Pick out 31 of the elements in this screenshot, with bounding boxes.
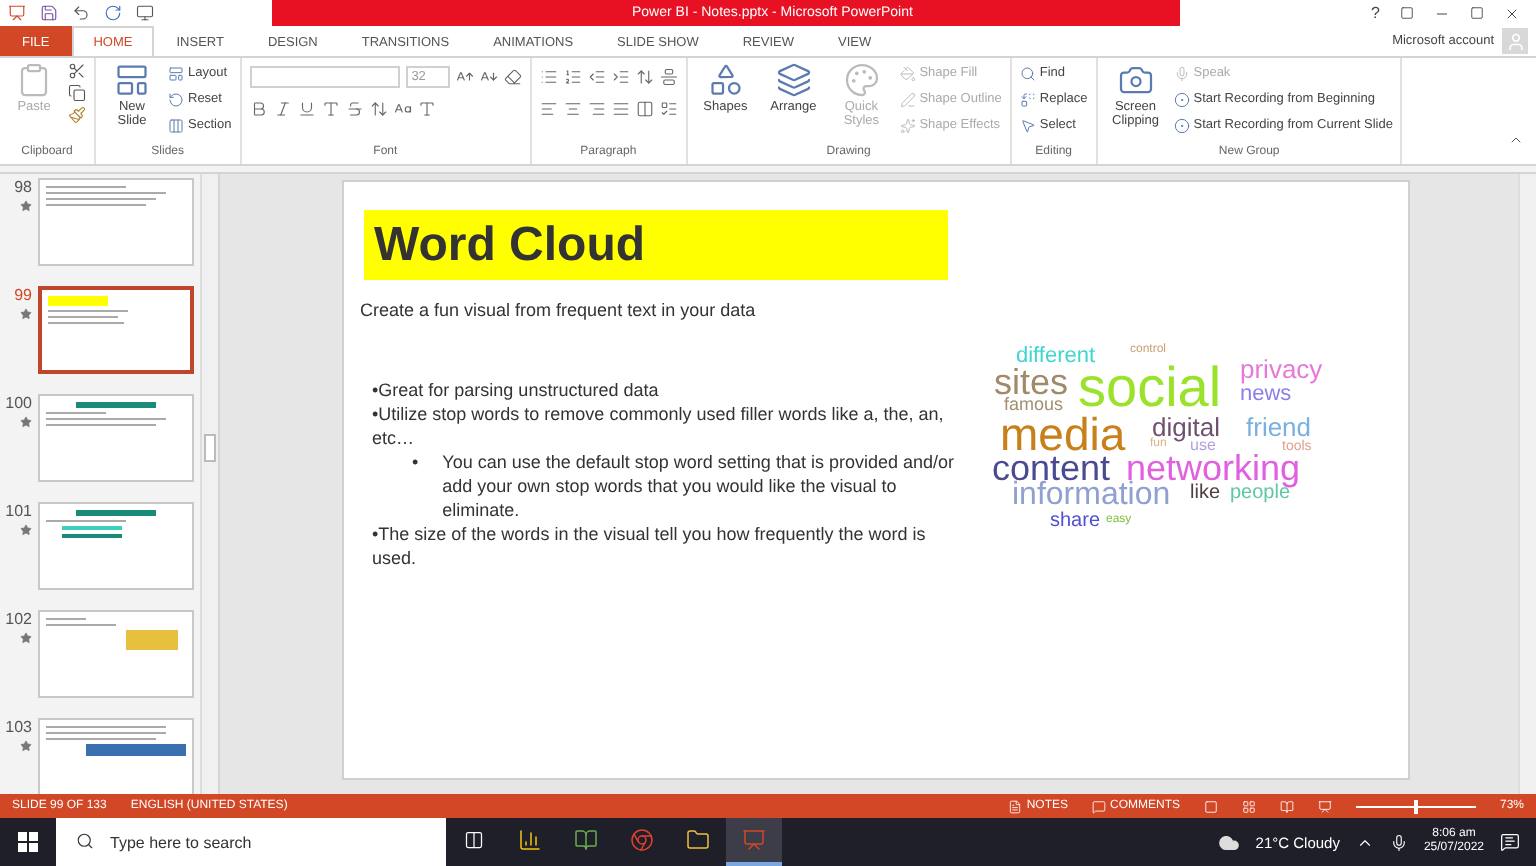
cloud-word: friend — [1246, 418, 1312, 439]
slide-number: 101 — [5, 502, 32, 520]
slide-number: 102 — [5, 610, 32, 628]
bullet-text: •The size of the words in the visual tell you how frequently the word is used. — [372, 522, 928, 570]
cloud-word: sites — [994, 368, 1069, 397]
cloud-word: people — [1230, 486, 1291, 502]
help-button[interactable]: ? — [1371, 4, 1380, 22]
cloud-word: networking — [1126, 454, 1301, 483]
bullet-text: •Utilize stop words to remove commonly used filler words like a, the, an, etc… — [372, 402, 946, 450]
bullet-text: •Great for parsing unstructured data — [372, 378, 661, 402]
cloud-word: different — [1016, 348, 1096, 366]
slide-number: 98 — [14, 178, 32, 196]
search-field[interactable]: Type here to search — [56, 818, 446, 866]
cloud-word: content — [992, 454, 1111, 483]
bullet-marker: • — [412, 450, 419, 476]
cloud-word: information — [1012, 484, 1171, 510]
cloud-word: news — [1240, 386, 1292, 404]
slide-subtitle: Create a fun visual from frequent text in your data — [360, 300, 758, 320]
cloud-word: famous — [1004, 398, 1064, 413]
cloud-word: share — [1050, 514, 1101, 530]
cloud-word: like — [1190, 486, 1221, 502]
bullet-text: You can use the default stop word setting that is provided and/or add your own stop words that you would like the visual to eliminate. — [442, 450, 956, 522]
cloud-word: use — [1190, 440, 1216, 453]
cloud-word: digital — [1152, 418, 1220, 439]
slide-number: 100 — [5, 394, 32, 412]
slide-title: Word Cloud — [374, 217, 646, 273]
slide-number: 99 — [14, 286, 32, 304]
slide-number: 103 — [5, 718, 32, 736]
cloud-word: media — [1000, 416, 1126, 453]
cloud-word: social — [1078, 366, 1222, 411]
cloud-word: privacy — [1240, 360, 1323, 381]
